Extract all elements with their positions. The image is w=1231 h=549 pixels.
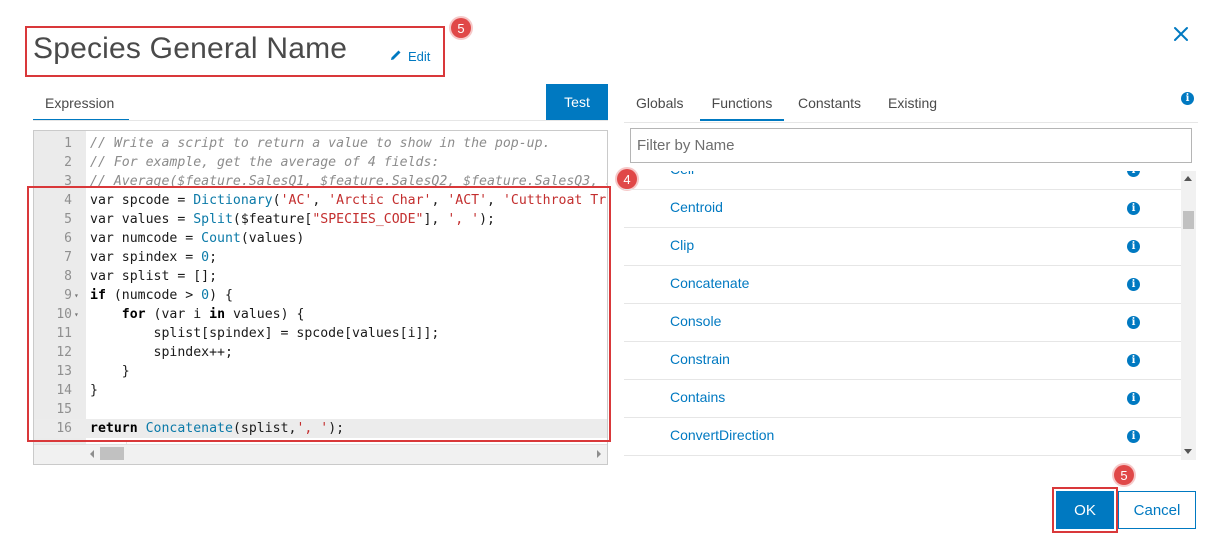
- filter-input[interactable]: [630, 128, 1192, 163]
- ok-button[interactable]: OK: [1056, 491, 1114, 529]
- function-name[interactable]: Contains: [670, 389, 725, 405]
- info-icon[interactable]: i: [1127, 278, 1140, 291]
- function-item[interactable]: Cell i: [624, 171, 1181, 190]
- function-item[interactable]: Console i: [624, 304, 1181, 342]
- info-icon[interactable]: i: [1127, 240, 1140, 253]
- cancel-button[interactable]: Cancel: [1118, 491, 1196, 529]
- tab-globals[interactable]: Globals: [636, 94, 683, 121]
- info-icon[interactable]: i: [1127, 316, 1140, 329]
- tab-constants[interactable]: Constants: [798, 94, 861, 121]
- edit-title-button[interactable]: Edit: [390, 49, 430, 64]
- info-icon[interactable]: i: [1127, 354, 1140, 367]
- function-item[interactable]: Concatenate i: [624, 266, 1181, 304]
- tab-divider: [33, 120, 608, 121]
- function-name[interactable]: ConvertDirection: [670, 427, 774, 443]
- scroll-up-arrow-icon[interactable]: [1184, 176, 1192, 181]
- function-name[interactable]: Console: [670, 313, 721, 329]
- step-badge-title: 5: [451, 18, 471, 38]
- tab-expression[interactable]: Expression: [33, 92, 129, 121]
- code-highlight-box: [27, 186, 611, 442]
- pencil-icon: [390, 49, 402, 64]
- code-text: // For example, get the average of 4 fie…: [90, 155, 440, 170]
- code-text: // Write a script to return a value to s…: [90, 136, 551, 151]
- function-name[interactable]: Centroid: [670, 199, 723, 215]
- function-name[interactable]: Clip: [670, 237, 694, 253]
- function-name[interactable]: Constrain: [670, 351, 730, 367]
- function-name[interactable]: Concatenate: [670, 275, 749, 291]
- line-number: 2: [64, 155, 72, 170]
- function-item[interactable]: Constrain i: [624, 342, 1181, 380]
- info-icon[interactable]: i: [1127, 171, 1140, 177]
- vertical-scroll-thumb[interactable]: [1183, 211, 1194, 229]
- function-list: CelliCentroidiClipiConcatenateiConsoleiC…: [624, 171, 1181, 460]
- code-line: 2 // For example, get the average of 4 fi…: [34, 153, 607, 172]
- horizontal-scroll-thumb[interactable]: [100, 447, 124, 460]
- info-icon[interactable]: i: [1127, 392, 1140, 405]
- function-item[interactable]: ConvertDirection i: [624, 418, 1181, 456]
- step-badge-ok: 5: [1114, 465, 1134, 485]
- tab-functions[interactable]: Functions: [700, 94, 784, 121]
- line-number: 1: [64, 136, 72, 151]
- info-icon[interactable]: i: [1181, 92, 1194, 105]
- info-icon[interactable]: i: [1127, 430, 1140, 443]
- function-item[interactable]: Centroid i: [624, 190, 1181, 228]
- function-item[interactable]: Contains i: [624, 380, 1181, 418]
- close-icon[interactable]: [1170, 23, 1192, 45]
- info-icon[interactable]: i: [1127, 202, 1140, 215]
- test-button[interactable]: Test: [546, 84, 608, 120]
- scroll-left-arrow-icon[interactable]: [90, 450, 94, 458]
- scroll-right-arrow-icon[interactable]: [597, 450, 601, 458]
- code-line: 1 // Write a script to return a value to …: [34, 134, 607, 153]
- function-item[interactable]: Clip i: [624, 228, 1181, 266]
- edit-label: Edit: [408, 49, 431, 64]
- function-name[interactable]: Cell: [670, 171, 694, 177]
- dialog-title: Species General Name: [33, 32, 348, 65]
- tab-existing[interactable]: Existing: [888, 94, 937, 121]
- scroll-down-arrow-icon[interactable]: [1184, 449, 1192, 454]
